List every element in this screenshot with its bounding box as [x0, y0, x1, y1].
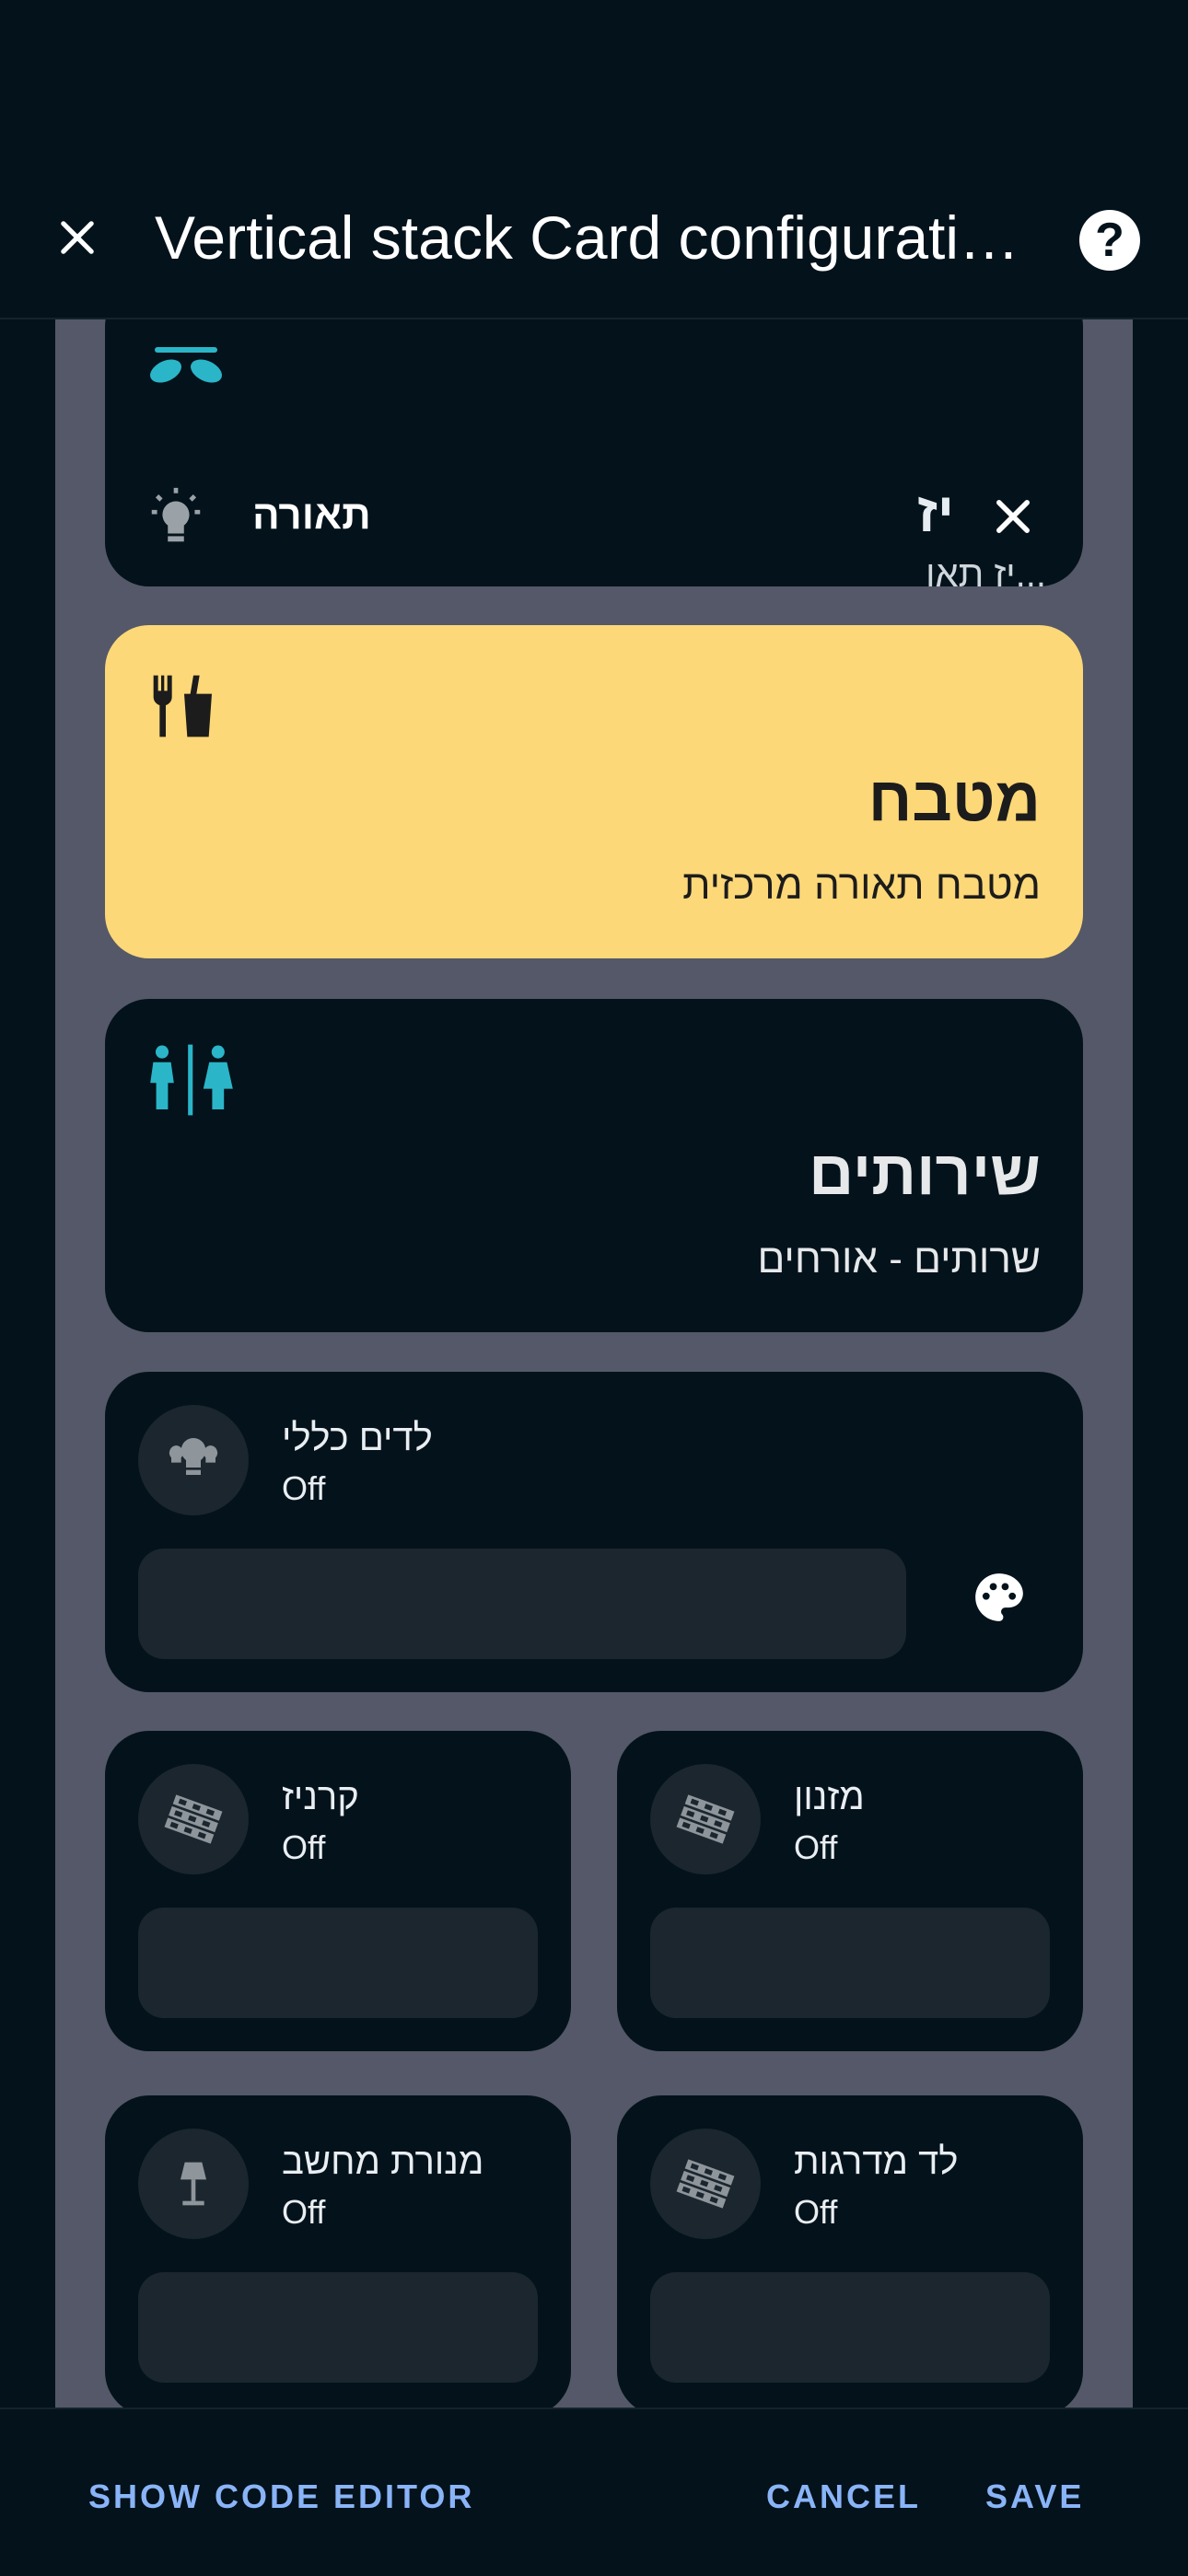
tile-state: Off	[282, 1828, 326, 1866]
brightness-slider[interactable]	[138, 2272, 538, 2383]
area-subtitle: מטבח תאורה מרכזית	[682, 863, 1041, 908]
cancel-button[interactable]: CANCEL	[766, 2477, 921, 2516]
partial-area-title: יז	[916, 482, 954, 543]
save-button[interactable]: SAVE	[985, 2477, 1084, 2516]
tile-name: מזנון	[794, 1777, 865, 1817]
palette-icon[interactable]	[971, 1569, 1028, 1626]
brightness-slider[interactable]	[650, 2272, 1050, 2383]
brightness-slider[interactable]	[650, 1908, 1050, 2018]
led-lights-icon[interactable]	[138, 1405, 249, 1515]
tile-state: Off	[282, 1469, 326, 1507]
light-tile-leds-general[interactable]: לדים כללי Off	[105, 1372, 1083, 1692]
led-strip-icon[interactable]	[650, 1764, 761, 1874]
vertical-stack-container: תאורה יז ...יז תאו מטבח מטבח תאורה מרכזי…	[55, 319, 1133, 2408]
tile-name: לד מדרגות	[794, 2141, 959, 2182]
area-name: מטבח	[868, 764, 1041, 834]
led-strip-icon[interactable]	[138, 1764, 249, 1874]
fan-ceiling-icon	[150, 347, 222, 383]
tile-state: Off	[794, 1828, 838, 1866]
tile-name: קרניז	[282, 1777, 359, 1817]
close-icon	[61, 221, 94, 254]
show-code-editor-button[interactable]: SHOW CODE EDITOR	[88, 2477, 474, 2516]
tile-state: Off	[282, 2193, 326, 2231]
brightness-slider[interactable]	[138, 1549, 906, 1659]
area-card-restroom[interactable]: שירותים שרותים - אורחים	[105, 999, 1083, 1332]
close-button[interactable]	[44, 204, 111, 271]
light-tile-stairs-led[interactable]: לד מדרגות Off	[617, 2095, 1083, 2408]
light-tile-karniz[interactable]: קרניז Off	[105, 1731, 571, 2051]
dialog-title: Vertical stack Card configurati…	[155, 203, 1020, 272]
food-drink-icon	[153, 675, 212, 737]
help-icon: ?	[1095, 214, 1124, 267]
close-icon[interactable]	[989, 493, 1037, 540]
lighting-card[interactable]: תאורה יז ...יז תאו	[105, 319, 1083, 595]
dialog-header: Vertical stack Card configurati… ?	[0, 0, 1188, 318]
brightness-slider[interactable]	[138, 1908, 538, 2018]
dialog-footer: SHOW CODE EDITOR CANCEL SAVE	[0, 2408, 1188, 2576]
area-subtitle: שרותים - אורחים	[757, 1236, 1041, 1282]
lightbulb-icon	[151, 487, 201, 542]
tile-name: לדים כללי	[282, 1418, 433, 1458]
restroom-icon	[150, 1044, 233, 1116]
light-tile-computer-lamp[interactable]: מנורת מחשב Off	[105, 2095, 571, 2408]
tile-state: Off	[794, 2193, 838, 2231]
lighting-label: תאורה	[252, 493, 371, 538]
light-tile-mizanon[interactable]: מזנון Off	[617, 1731, 1083, 2051]
partial-area-subtitle: ...יז תאו	[926, 554, 1046, 595]
desk-lamp-icon[interactable]	[138, 2129, 249, 2239]
tile-name: מנורת מחשב	[282, 2141, 484, 2182]
led-strip-icon[interactable]	[650, 2129, 761, 2239]
help-button[interactable]: ?	[1079, 210, 1140, 271]
area-name: שירותים	[809, 1138, 1041, 1208]
card-preview-scroll-area[interactable]: תאורה יז ...יז תאו מטבח מטבח תאורה מרכזי…	[0, 319, 1188, 2408]
area-card-kitchen[interactable]: מטבח מטבח תאורה מרכזית	[105, 625, 1083, 958]
